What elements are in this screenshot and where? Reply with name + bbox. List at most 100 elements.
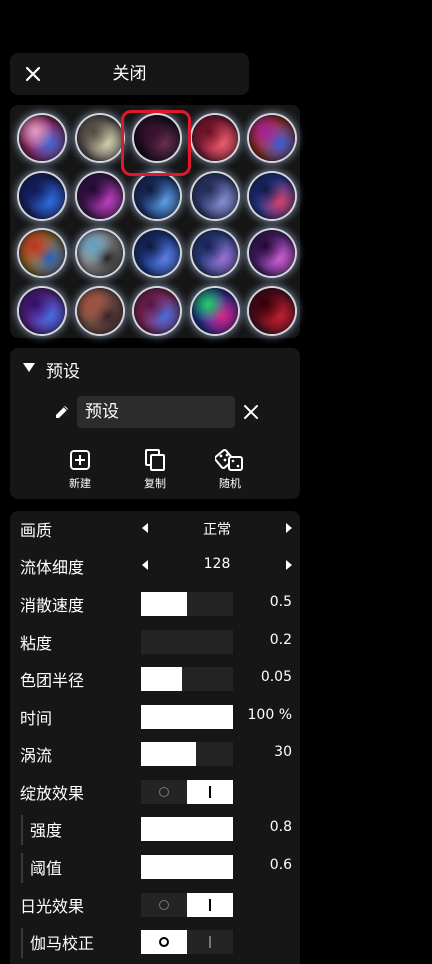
preset-thumbnail[interactable]: [76, 287, 123, 334]
random-preset-label: 随机: [219, 477, 241, 490]
splat-radius-slider-fill: [141, 667, 183, 691]
gamma-toggle[interactable]: [141, 930, 233, 954]
viscosity-slider[interactable]: [141, 630, 233, 654]
indent-bar: [21, 815, 23, 845]
toggle-off-segment[interactable]: [141, 930, 187, 954]
copy-preset-button[interactable]: 复制: [130, 448, 180, 491]
viscosity-label: 粘度: [20, 634, 53, 653]
sunrays-row: 日光效果: [10, 887, 300, 924]
splat-radius-slider[interactable]: [141, 667, 233, 691]
new-preset-button[interactable]: 新建: [55, 448, 105, 491]
dissipation-slider[interactable]: [141, 592, 233, 616]
preset-thumbnail[interactable]: [76, 115, 123, 161]
bloom-label: 绽放效果: [20, 784, 85, 803]
bloom-intensity-slider[interactable]: [141, 817, 233, 841]
indent-bar: [21, 928, 23, 958]
toggle-on-segment[interactable]: [187, 893, 233, 917]
dice-icon: [215, 448, 243, 471]
selected-preset-frame: [121, 110, 191, 176]
bloom-threshold-slider[interactable]: [141, 855, 233, 879]
dissipation-slider-fill: [141, 592, 187, 616]
viscosity-value: 0.2: [269, 632, 292, 648]
bloom-threshold-label: 阈值: [30, 859, 63, 878]
preset-thumbnail[interactable]: [134, 287, 180, 334]
sunrays-label: 日光效果: [20, 897, 85, 916]
pencil-icon: [56, 406, 68, 418]
preset-thumbnail[interactable]: [191, 230, 238, 276]
dissipation-row: 消散速度 0.5: [10, 586, 300, 623]
toggle-on-segment[interactable]: [187, 780, 233, 804]
bloom-intensity-value: 0.8: [269, 819, 292, 835]
fluid-detail-label: 流体细度: [20, 558, 85, 577]
off-ring-icon: [159, 937, 169, 947]
preset-panel: 预设 预设 新建 复制 随机: [10, 348, 300, 499]
sunrays-toggle[interactable]: [141, 893, 233, 917]
time-label: 时间: [20, 709, 53, 728]
preset-thumbnail[interactable]: [249, 230, 295, 276]
toggle-off-segment[interactable]: [141, 893, 187, 917]
preset-thumbnail[interactable]: [249, 115, 295, 161]
close-bar[interactable]: 关闭: [10, 53, 249, 95]
bloom-threshold-value: 0.6: [269, 857, 292, 873]
clear-name-icon[interactable]: [243, 404, 259, 420]
splat-radius-row: 色团半径 0.05: [10, 661, 300, 698]
preset-thumbnail[interactable]: [19, 115, 65, 161]
bloom-threshold-row: 阈值 0.6: [10, 849, 300, 886]
fluid-detail-next-icon[interactable]: [286, 560, 292, 570]
preset-thumbnail[interactable]: [19, 287, 65, 334]
preset-thumbnail[interactable]: [19, 230, 65, 276]
time-value: 100 %: [247, 707, 292, 723]
preset-thumbnail[interactable]: [191, 172, 238, 219]
fluid-detail-value: 128: [203, 556, 231, 572]
on-bar-icon: [209, 936, 211, 948]
quality-row: 画质 正常: [10, 511, 300, 548]
on-bar-icon: [209, 786, 211, 798]
copy-icon: [145, 449, 165, 471]
off-ring-icon: [159, 787, 169, 797]
bloom-threshold-slider-fill: [141, 855, 233, 879]
quality-value: 正常: [203, 522, 231, 538]
dissipation-value: 0.5: [269, 594, 292, 610]
bloom-toggle[interactable]: [141, 780, 233, 804]
close-label[interactable]: 关闭: [10, 53, 249, 95]
random-preset-button[interactable]: 随机: [205, 448, 255, 491]
gamma-row: 伽马校正: [10, 924, 300, 961]
viscosity-row: 粘度 0.2: [10, 624, 300, 661]
curl-value: 30: [274, 744, 292, 760]
bloom-row: 绽放效果: [10, 774, 300, 811]
curl-row: 涡流 30: [10, 736, 300, 773]
preset-thumbnail[interactable]: [249, 172, 295, 219]
preset-thumbnail[interactable]: [191, 115, 238, 161]
toggle-off-segment[interactable]: [141, 780, 187, 804]
preset-name-field[interactable]: 预设: [77, 396, 235, 428]
fluid-detail-prev-icon[interactable]: [142, 560, 148, 570]
indent-bar: [21, 853, 23, 883]
bloom-intensity-label: 强度: [30, 821, 63, 840]
preset-thumbnail[interactable]: [19, 172, 65, 219]
time-slider-fill: [141, 705, 233, 729]
preset-thumbnail[interactable]: [76, 230, 123, 276]
add-square-icon: [70, 450, 90, 470]
dissipation-label: 消散速度: [20, 596, 85, 615]
collapse-triangle-icon[interactable]: [23, 363, 35, 372]
time-slider[interactable]: [141, 705, 233, 729]
quality-label: 画质: [20, 521, 53, 540]
preset-thumbnail[interactable]: [134, 230, 180, 276]
copy-preset-label: 复制: [144, 477, 166, 490]
settings-panel: 画质 正常 流体细度 128 消散速度 0.5 粘度 0.2 色团半径 0.05…: [10, 511, 300, 964]
toggle-on-segment[interactable]: [187, 930, 233, 954]
preset-thumbnail[interactable]: [191, 287, 238, 334]
quality-prev-icon[interactable]: [142, 523, 148, 533]
bloom-intensity-row: 强度 0.8: [10, 811, 300, 848]
preset-thumbnail[interactable]: [76, 172, 123, 219]
off-ring-icon: [159, 900, 169, 910]
preset-thumbnail[interactable]: [134, 172, 180, 219]
new-preset-label: 新建: [69, 477, 91, 490]
curl-slider[interactable]: [141, 742, 233, 766]
bloom-intensity-slider-fill: [141, 817, 233, 841]
preset-section-title[interactable]: 预设: [46, 357, 80, 382]
splat-radius-label: 色团半径: [20, 671, 85, 690]
gamma-label: 伽马校正: [30, 934, 95, 953]
quality-next-icon[interactable]: [286, 523, 292, 533]
preset-thumbnail[interactable]: [249, 287, 295, 334]
